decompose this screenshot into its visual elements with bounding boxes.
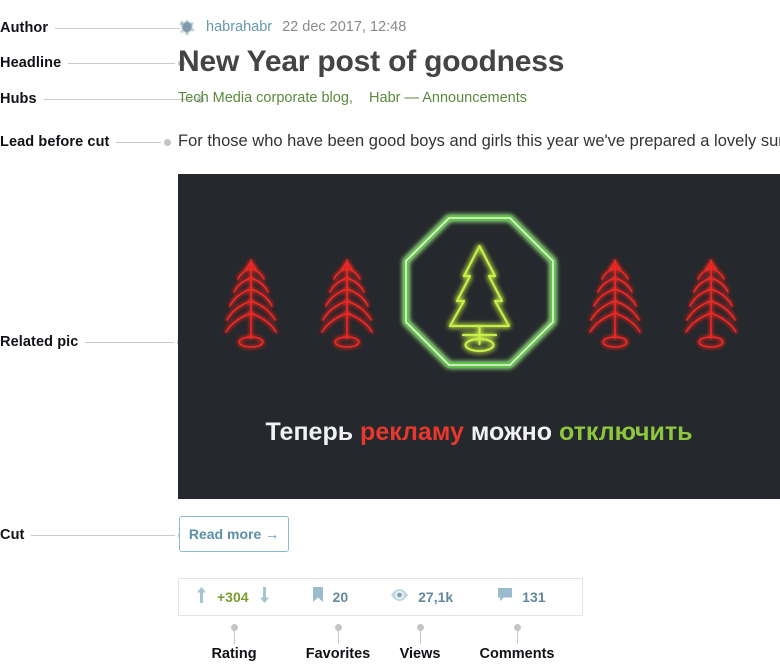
rating-value: +304 <box>217 589 249 605</box>
caption-part-4: отключить <box>559 418 693 446</box>
annotation-hubs: Hubs <box>0 89 204 109</box>
leader-line <box>116 141 162 143</box>
stat-views[interactable]: 27,1k <box>390 579 453 615</box>
caption-part-1: Теперь <box>265 418 361 446</box>
leader-line <box>31 534 176 536</box>
arrow-up-icon[interactable] <box>196 586 207 609</box>
hub-link-1[interactable]: Tech Media corporate blog, <box>178 90 353 106</box>
avatar <box>178 18 196 36</box>
caption-part-2: рекламу <box>360 418 471 446</box>
annotation-comments: Comments <box>466 624 568 662</box>
leader-line <box>43 98 194 100</box>
leader-line <box>516 631 518 644</box>
leader-dot <box>513 624 521 631</box>
christmas-tree-red-4 <box>680 254 742 354</box>
annotation-cut: Cut <box>0 525 186 545</box>
post-stats-bar: +304 20 27,1k 131 <box>178 578 583 616</box>
comments-value: 131 <box>522 589 546 605</box>
post-date: 22 dec 2017, 12:48 <box>282 19 407 35</box>
post-lead: For those who have been good boys and gi… <box>178 132 780 150</box>
annotation-author: Author <box>0 18 191 38</box>
views-value: 27,1k <box>418 589 454 605</box>
annotation-label: Favorites <box>305 646 371 662</box>
arrow-down-icon[interactable] <box>259 586 270 609</box>
bookmark-icon[interactable] <box>312 586 324 608</box>
christmas-tree-red-2 <box>316 254 378 354</box>
annotation-headline: Headline <box>0 53 186 73</box>
hubs-row: Tech Media corporate blog, Habr — Announ… <box>178 89 527 108</box>
annotation-views: Views <box>386 624 454 662</box>
annotation-rating: Rating <box>196 624 272 662</box>
leader-line <box>233 631 235 644</box>
christmas-tree-red-3 <box>584 254 646 354</box>
author-name-link[interactable]: habrahabr <box>206 18 272 36</box>
related-pic-banner: Теперь рекламу можно отключить <box>178 174 780 499</box>
annotation-label: Views <box>399 646 441 662</box>
leader-dot <box>416 624 424 631</box>
annotation-label: Related pic <box>0 334 79 350</box>
annotation-label: Hubs <box>0 91 37 107</box>
annotation-label: Cut <box>0 527 25 543</box>
eye-icon[interactable] <box>390 588 409 607</box>
leader-line <box>68 62 176 64</box>
post-headline[interactable]: New Year post of goodness <box>178 44 564 80</box>
annotation-label: Rating <box>211 646 257 662</box>
christmas-tree-red-1 <box>220 254 282 354</box>
annotation-label: Comments <box>479 646 555 662</box>
green-octagon-badge <box>392 204 567 394</box>
leader-dot <box>334 624 342 631</box>
caption-part-3: можно <box>470 418 559 446</box>
annotation-label: Author <box>0 20 49 36</box>
leader-line <box>337 631 339 644</box>
annotation-label: Lead before cut <box>0 134 110 150</box>
annotation-related-pic: Related pic <box>0 332 185 352</box>
stat-comments[interactable]: 131 <box>497 579 546 615</box>
leader-line <box>85 341 175 343</box>
hub-link-2[interactable]: Habr — Announcements <box>369 90 527 106</box>
comment-icon[interactable] <box>497 587 513 608</box>
stat-favorites[interactable]: 20 <box>312 579 349 615</box>
annotation-lead-before-cut: Lead before cut <box>0 132 172 152</box>
stat-rating[interactable]: +304 <box>196 579 270 615</box>
favorites-value: 20 <box>332 589 349 605</box>
author-row: habrahabr 22 dec 2017, 12:48 <box>178 16 406 38</box>
leader-dot <box>164 138 172 146</box>
annotation-favorites: Favorites <box>292 624 384 662</box>
leader-line <box>419 631 421 644</box>
post-preview-diagram: Author Headline Hubs Lead before cut Rel… <box>0 0 780 672</box>
banner-caption: Теперь рекламу можно отключить <box>178 417 780 447</box>
annotation-label: Headline <box>0 55 62 71</box>
read-more-button[interactable]: Read more → <box>179 516 289 552</box>
leader-line <box>55 27 181 29</box>
leader-dot <box>230 624 238 631</box>
